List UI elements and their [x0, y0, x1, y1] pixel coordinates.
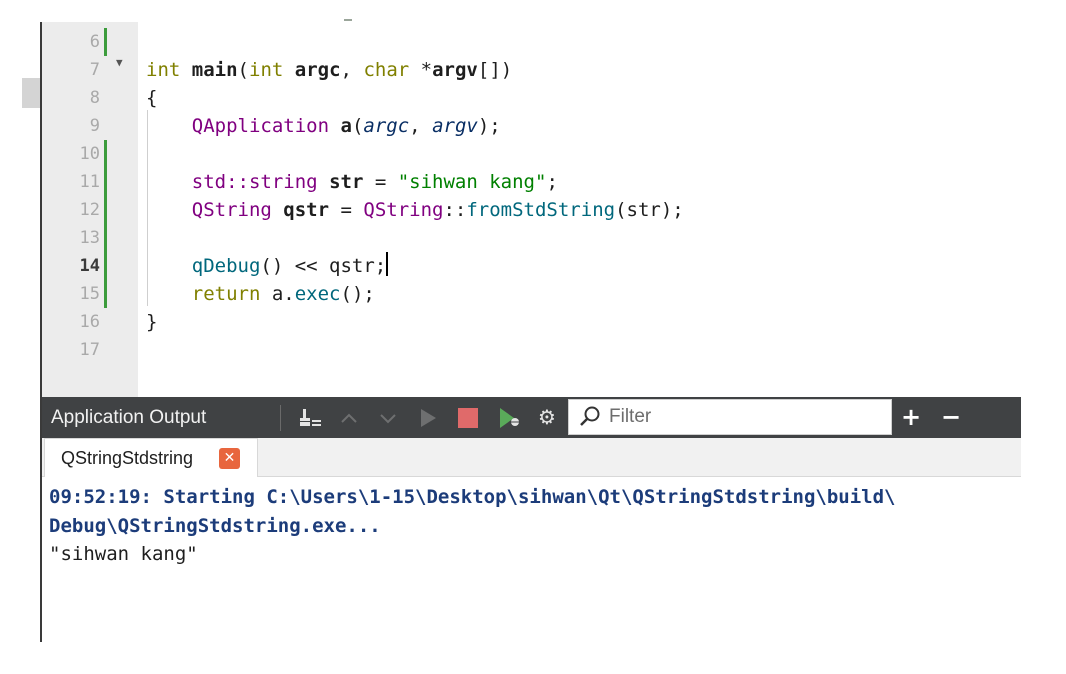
- argument: argc: [363, 115, 410, 137]
- line-number: 8: [89, 88, 100, 108]
- tab-qstringstdstring[interactable]: QStringStdstring ✕: [44, 438, 258, 477]
- line-number: 10: [79, 144, 100, 164]
- function-call: qDebug: [191, 255, 261, 277]
- output-line: 09:52:19: Starting C:\Users\1-15\Desktop…: [49, 486, 896, 508]
- punct: ::: [443, 199, 467, 221]
- punct: (: [351, 115, 364, 137]
- code-editor[interactable]: 6 7 8 9 10 11 12 13 14 15 16 17 ▼ int ma…: [42, 22, 1021, 397]
- code-line-12: QString qstr = QString::fromStdString(st…: [146, 196, 684, 224]
- punct: =: [329, 199, 364, 221]
- changed-line-marker: [104, 252, 107, 280]
- minus-icon[interactable]: −: [938, 397, 964, 438]
- line-number: 9: [89, 116, 100, 136]
- side-scroll-handle[interactable]: [22, 78, 42, 108]
- output-pane-toolbar: Application Output ⚙ + −: [42, 397, 1021, 438]
- text-cursor: [386, 252, 389, 276]
- line-number-current: 14: [79, 256, 100, 276]
- line-number: 6: [89, 32, 100, 52]
- scroll-up-icon[interactable]: [337, 397, 361, 438]
- type-name: QString: [363, 199, 444, 221]
- function-call: fromStdString: [466, 199, 616, 221]
- fold-arrow-icon[interactable]: ▼: [116, 56, 123, 69]
- code-text: () << qstr;: [260, 255, 387, 277]
- plus-icon[interactable]: +: [898, 397, 924, 438]
- changed-line-marker: [104, 280, 107, 308]
- punct: ();: [340, 283, 375, 305]
- close-icon[interactable]: ✕: [219, 448, 240, 469]
- variable: str: [329, 171, 364, 193]
- changed-line-marker: [104, 140, 107, 168]
- keyword: int: [146, 59, 181, 81]
- punct: =: [363, 171, 398, 193]
- param: argv: [432, 59, 478, 81]
- line-number-gutter: 6 7 8 9 10 11 12 13 14 15 16 17 ▼: [42, 22, 138, 397]
- settings-icon[interactable]: ⚙: [534, 397, 560, 438]
- punct: ,: [340, 59, 364, 81]
- clean-icon[interactable]: [296, 397, 326, 438]
- function-name: main: [191, 59, 238, 81]
- code-line-8: {: [146, 87, 158, 109]
- code-line-7: int main(int argc, char *argv[]): [146, 56, 512, 84]
- changed-line-marker: [104, 168, 107, 196]
- code-line-14: qDebug() << qstr;: [146, 252, 389, 280]
- type-name: QString: [191, 199, 272, 221]
- code-line-11: std::string str = "sihwan kang";: [146, 168, 558, 196]
- filter-field[interactable]: [568, 399, 892, 435]
- top-divider-dash: [344, 19, 352, 21]
- code-text: a.: [260, 283, 295, 305]
- line-number: 12: [79, 200, 100, 220]
- output-line: Debug\QStringStdstring.exe...: [49, 515, 381, 537]
- filter-input[interactable]: [609, 401, 879, 433]
- line-number: 7: [89, 60, 100, 80]
- keyword: return: [191, 283, 261, 305]
- type-name: QApplication: [191, 115, 330, 137]
- punct: (str);: [615, 199, 684, 221]
- toolbar-separator: [280, 405, 281, 431]
- line-number: 15: [79, 284, 100, 304]
- type-name: std::string: [191, 171, 318, 193]
- keyword: char: [363, 59, 410, 81]
- argument: argv: [432, 115, 478, 137]
- punct: ,: [409, 115, 433, 137]
- pane-title: Application Output: [51, 407, 207, 428]
- changed-line-marker: [104, 28, 107, 56]
- changed-line-marker: [104, 224, 107, 252]
- changed-line-marker: [104, 196, 107, 224]
- run-icon[interactable]: [416, 397, 440, 438]
- code-line-16: }: [146, 311, 158, 333]
- punct: );: [477, 115, 501, 137]
- punct: (: [237, 59, 249, 81]
- param: argc: [294, 59, 341, 81]
- line-number: 13: [79, 228, 100, 248]
- application-output-text[interactable]: 09:52:19: Starting C:\Users\1-15\Desktop…: [42, 477, 1021, 642]
- search-icon: [579, 405, 601, 432]
- debug-icon[interactable]: [496, 397, 524, 438]
- function-call: exec: [294, 283, 341, 305]
- output-line: "sihwan kang": [49, 543, 198, 565]
- keyword: int: [249, 59, 284, 81]
- code-line-15: return a.exec();: [146, 280, 375, 308]
- variable: qstr: [283, 199, 330, 221]
- line-number: 11: [79, 172, 100, 192]
- variable: a: [340, 115, 352, 137]
- output-tab-bar: QStringStdstring ✕: [42, 438, 1021, 477]
- tab-label: QStringStdstring: [61, 448, 194, 468]
- punct: ;: [546, 171, 558, 193]
- code-line-9: QApplication a(argc, argv);: [146, 112, 501, 140]
- punct: []): [477, 59, 513, 81]
- punct: *: [420, 59, 433, 81]
- stop-icon[interactable]: [455, 397, 481, 438]
- line-number: 17: [79, 340, 100, 360]
- string-literal: "sihwan kang": [397, 171, 547, 193]
- line-number: 16: [79, 312, 100, 332]
- scroll-down-icon[interactable]: [376, 397, 400, 438]
